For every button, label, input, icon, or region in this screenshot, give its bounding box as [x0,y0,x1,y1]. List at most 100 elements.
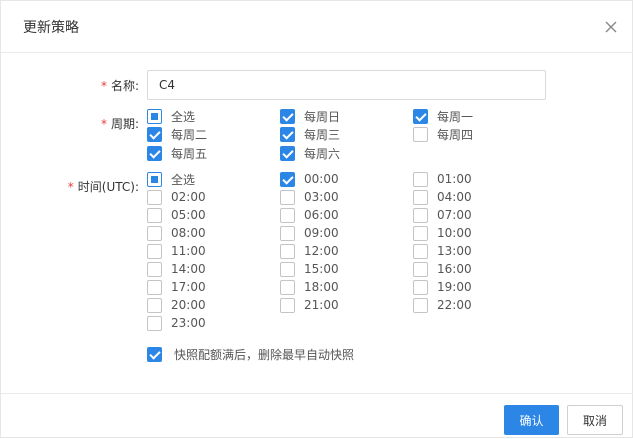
time-checkbox[interactable]: 21:00 [280,296,339,314]
time-option-label: 21:00 [304,298,339,312]
checkbox-box [280,127,295,142]
time-checkbox[interactable]: 07:00 [413,206,472,224]
period-checkbox[interactable]: 每周三 [280,126,340,144]
checkbox-box [413,171,428,187]
checkbox-box [413,108,428,124]
checkbox-box [280,171,295,187]
period-option-label: 每周一 [437,109,474,124]
dialog-title: 更新策略 [23,20,79,36]
time-select-all-checkbox[interactable]: 全选 [147,170,195,188]
time-checkbox[interactable]: 11:00 [147,242,206,260]
checkbox-box [280,243,295,259]
checkbox-box [147,346,162,362]
period-checkbox[interactable]: 每周一 [413,107,473,125]
time-checkbox[interactable]: 17:00 [147,278,206,296]
checkbox-box [147,207,162,223]
auto-delete-checkbox[interactable]: 快照配额满后，删除最早自动快照 [147,345,354,363]
time-option-label: 18:00 [304,280,339,294]
period-option-label: 每周四 [437,128,474,142]
checkbox-box [147,225,162,241]
name-input[interactable] [147,70,546,100]
checkbox-box [413,127,428,142]
checkbox-box [280,297,295,313]
time-option-label: 07:00 [437,208,472,222]
period-checkbox[interactable]: 每周五 [147,144,207,162]
time-option-label: 16:00 [437,262,472,276]
time-option-label: 22:00 [437,298,472,312]
name-label: * 名称: [1,77,139,94]
time-checkbox[interactable]: 13:00 [413,242,472,260]
checkbox-box [280,108,295,124]
checkbox-box [147,171,162,187]
checkbox-box [147,279,162,295]
checkbox-box [147,243,162,259]
period-label-text: 周期: [110,117,139,131]
time-option-label: 01:00 [437,172,472,186]
checkbox-box [147,315,162,331]
checkbox-box [280,261,295,277]
time-checkbox[interactable]: 23:00 [147,314,206,332]
time-checkbox[interactable]: 16:00 [413,260,472,278]
close-icon [605,21,617,33]
period-option-label: 每周六 [304,146,341,161]
cancel-button[interactable]: 取消 [567,405,623,435]
period-label: * 周期: [1,115,139,132]
time-option-label: 17:00 [171,280,206,294]
time-checkbox[interactable]: 03:00 [280,188,339,206]
checkbox-box [413,243,428,259]
time-checkbox[interactable]: 12:00 [280,242,339,260]
time-checkbox[interactable]: 01:00 [413,170,472,188]
time-checkbox[interactable]: 04:00 [413,188,472,206]
period-option-label: 每周日 [304,109,341,124]
checkbox-box [147,145,162,161]
time-option-label: 06:00 [304,208,339,222]
time-option-label: 02:00 [171,190,206,204]
time-option-label: 13:00 [437,244,472,258]
time-checkbox[interactable]: 00:00 [280,170,339,188]
confirm-button[interactable]: 确认 [504,405,559,435]
period-checkbox[interactable]: 每周六 [280,144,340,162]
time-checkbox[interactable]: 05:00 [147,206,206,224]
checkbox-box [280,207,295,223]
checkbox-box [147,297,162,313]
time-option-label: 08:00 [171,226,206,240]
time-option-label: 12:00 [304,244,339,258]
time-checkbox[interactable]: 20:00 [147,296,206,314]
time-checkbox[interactable]: 15:00 [280,260,339,278]
time-option-label: 09:00 [304,226,339,240]
required-mark: * [67,180,74,194]
name-label-text: 名称: [110,79,139,93]
period-checkbox[interactable]: 每周二 [147,126,207,144]
checkbox-box [147,108,162,124]
time-option-label: 15:00 [304,262,339,276]
required-mark: * [100,117,107,131]
required-mark: * [100,79,107,93]
time-checkbox[interactable]: 06:00 [280,206,339,224]
time-checkbox[interactable]: 09:00 [280,224,339,242]
time-checkbox[interactable]: 08:00 [147,224,206,242]
time-checkbox[interactable]: 10:00 [413,224,472,242]
time-checkbox[interactable]: 19:00 [413,278,472,296]
time-option-label: 11:00 [171,244,206,258]
time-label-text: 时间(UTC): [77,180,139,194]
period-checkbox[interactable]: 每周四 [413,126,473,144]
checkbox-box [413,297,428,313]
checkbox-box [280,189,295,205]
checkbox-box [413,261,428,277]
time-checkbox[interactable]: 14:00 [147,260,206,278]
period-select-all-checkbox[interactable]: 全选 [147,107,195,125]
close-button[interactable] [599,15,623,39]
time-option-label: 05:00 [171,208,206,222]
checkbox-box [280,225,295,241]
time-checkbox[interactable]: 22:00 [413,296,472,314]
time-checkbox[interactable]: 02:00 [147,188,206,206]
checkbox-box [413,279,428,295]
time-label: * 时间(UTC): [1,178,139,195]
time-checkbox[interactable]: 18:00 [280,278,339,296]
checkbox-box [147,261,162,277]
period-checkbox[interactable]: 每周日 [280,107,340,125]
time-option-label: 23:00 [171,316,206,330]
checkbox-box [413,225,428,241]
period-option-label: 每周三 [304,128,341,142]
period-option-label: 全选 [171,109,196,124]
